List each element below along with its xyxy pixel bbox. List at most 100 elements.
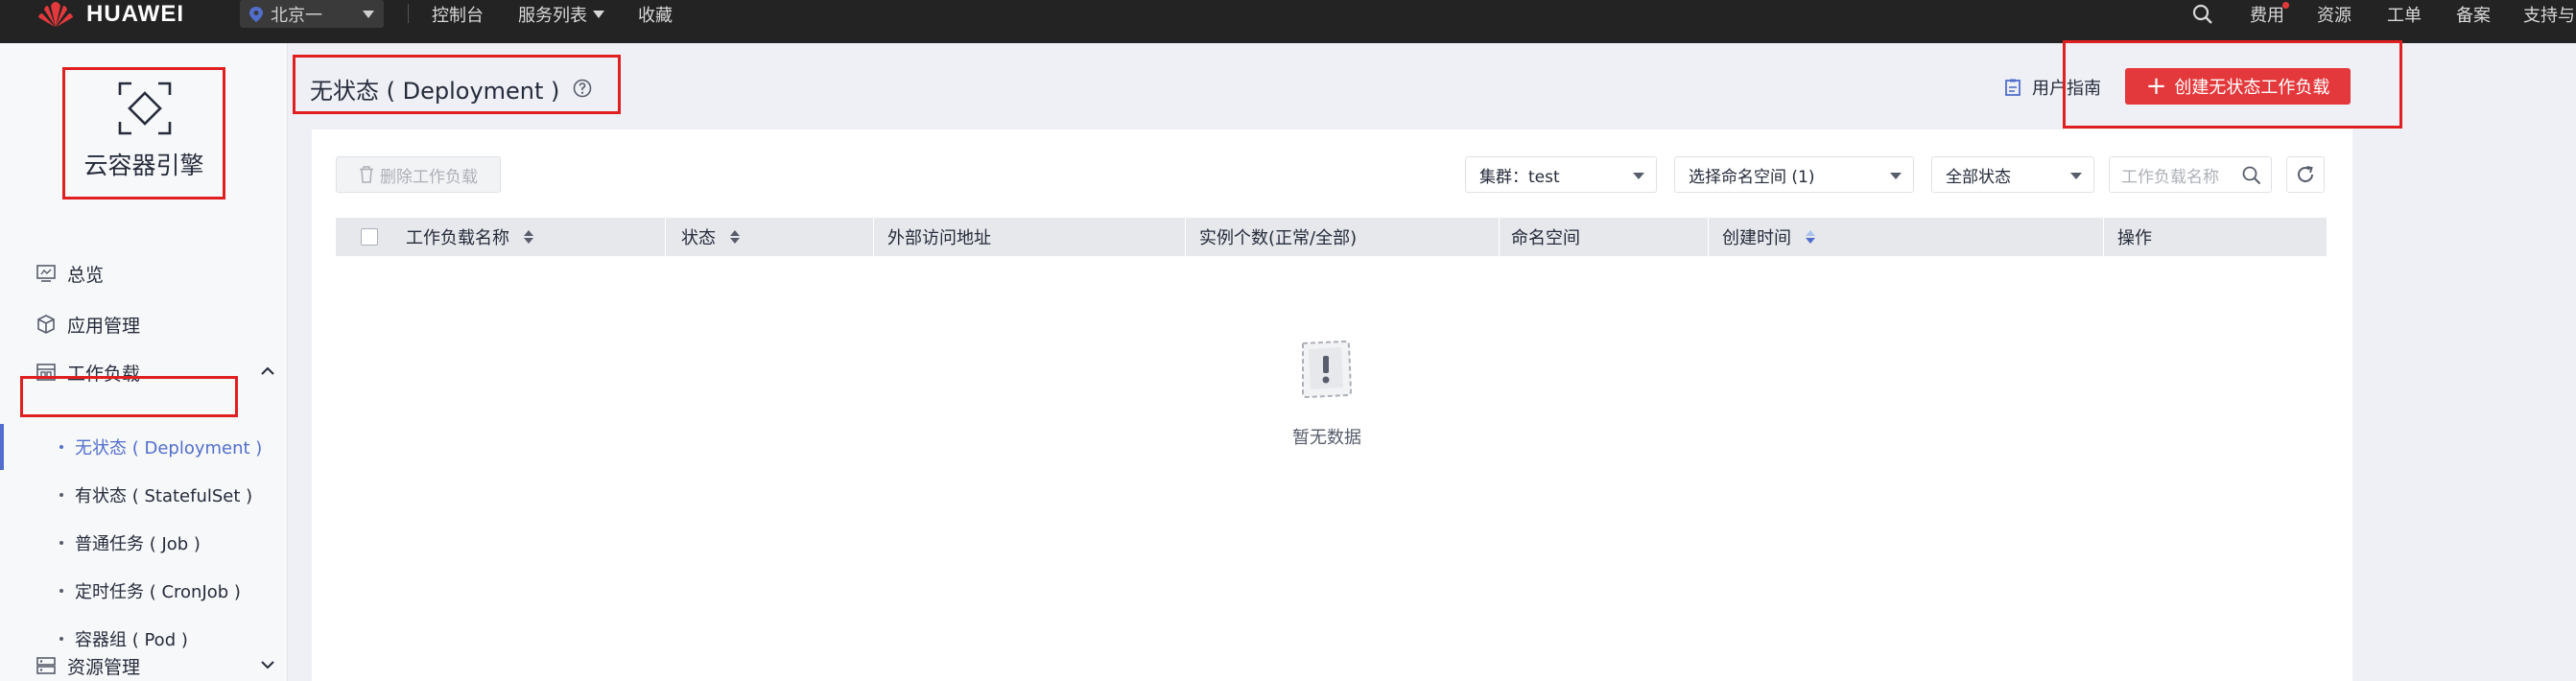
column-label: 实例个数(正常/全部) — [1199, 228, 1358, 248]
nav-resources-label: 资源 — [2317, 5, 2351, 26]
column-header-status[interactable]: 状态 — [681, 218, 741, 256]
bullet — [59, 541, 63, 545]
sidebar-item-workloads[interactable]: 工作负载 — [0, 353, 288, 391]
chevron-down-icon — [363, 10, 374, 18]
nav-support[interactable]: 支持与 — [2523, 0, 2575, 28]
global-search-button[interactable] — [2192, 0, 2213, 28]
column-divider — [1185, 218, 1186, 256]
sidebar-item-resource-management[interactable]: 资源管理 — [0, 646, 288, 681]
caret-down-icon — [593, 10, 604, 18]
cluster-select-value: 集群：test — [1479, 167, 1560, 187]
column-label: 操作 — [2117, 228, 2152, 248]
bullet — [59, 637, 63, 641]
status-select[interactable]: 全部状态 — [1931, 156, 2094, 193]
refresh-button[interactable] — [2286, 156, 2325, 193]
caret-down-icon — [1633, 173, 1644, 179]
nav-resources[interactable]: 资源 — [2317, 0, 2351, 28]
nav-support-label: 支持与 — [2523, 5, 2575, 26]
create-deployment-button[interactable]: + 创建无状态工作负载 — [2125, 68, 2351, 105]
sidebar-item-label: 定时任务 ( CronJob ) — [75, 582, 241, 602]
create-deployment-label: 创建无状态工作负载 — [2174, 78, 2330, 98]
nav-service-list[interactable]: 服务列表 — [518, 0, 604, 28]
page-title: 无状态 ( Deployment ) — [310, 75, 592, 105]
sidebar-item-app-management[interactable]: 应用管理 — [0, 305, 288, 343]
workload-list-card: 删除工作负载 集群：test 选择命名空间 (1) 全部状态 工作负载名称 工作… — [312, 129, 2352, 681]
trash-icon — [360, 166, 373, 183]
sidebar-item-label: 总览 — [67, 264, 105, 286]
bullet — [59, 445, 63, 449]
refresh-icon — [2298, 166, 2313, 182]
location-pin-icon — [249, 6, 263, 22]
cluster-select[interactable]: 集群：test — [1465, 156, 1657, 193]
nav-console-label: 控制台 — [432, 5, 484, 26]
sort-icon[interactable] — [523, 228, 534, 246]
nav-icp-label: 备案 — [2456, 5, 2491, 26]
column-header-created-time[interactable]: 创建时间 — [1722, 218, 1816, 256]
sidebar-item-statefulset[interactable]: 有状态 ( StatefulSet ) — [0, 476, 288, 514]
sidebar-item-deployment[interactable]: 无状态 ( Deployment ) — [0, 428, 288, 466]
nav-favorites-label: 收藏 — [638, 5, 673, 26]
search-icon[interactable] — [2242, 166, 2261, 185]
huawei-logo[interactable]: HUAWEI — [35, 0, 184, 29]
workload-search-input[interactable]: 工作负载名称 — [2109, 156, 2272, 193]
nav-icp[interactable]: 备案 — [2456, 0, 2491, 28]
column-label: 创建时间 — [1722, 228, 1791, 248]
cube-icon — [37, 315, 55, 334]
caret-down-icon — [1890, 173, 1902, 179]
help-icon[interactable] — [573, 79, 592, 98]
empty-state-text: 暂无数据 — [1292, 428, 1361, 448]
column-divider — [665, 218, 666, 256]
column-divider — [2103, 218, 2104, 256]
column-divider — [1708, 218, 1709, 256]
bullet — [59, 493, 63, 497]
nav-tickets[interactable]: 工单 — [2387, 0, 2422, 28]
sort-icon[interactable] — [729, 228, 741, 246]
namespace-select[interactable]: 选择命名空间 (1) — [1674, 156, 1914, 193]
page-title-text: 无状态 ( Deployment ) — [310, 77, 560, 105]
column-label: 外部访问地址 — [887, 228, 991, 248]
select-all-checkbox[interactable] — [361, 228, 378, 246]
caret-down-icon — [2070, 173, 2082, 179]
column-header-external-address: 外部访问地址 — [887, 218, 991, 256]
plus-icon: + — [2145, 72, 2167, 101]
divider — [408, 4, 409, 23]
nav-favorites[interactable]: 收藏 — [638, 0, 673, 28]
sidebar-item-label: 有状态 ( StatefulSet ) — [75, 486, 253, 506]
sidebar-item-overview[interactable]: 总览 — [0, 254, 288, 293]
chevron-down-icon[interactable] — [259, 656, 276, 673]
table-header: 工作负载名称 状态 外部访问地址 实例个数(正常/全部) 命名空间 创建时间 操… — [336, 218, 2327, 256]
sidebar-item-cronjob[interactable]: 定时任务 ( CronJob ) — [0, 572, 288, 610]
nav-console[interactable]: 控制台 — [432, 0, 484, 28]
service-brand[interactable]: 云容器引擎 — [62, 67, 225, 200]
column-divider — [1499, 218, 1500, 256]
column-divider — [873, 218, 874, 256]
column-label: 状态 — [681, 228, 716, 248]
user-guide-link[interactable]: 用户指南 — [2005, 75, 2101, 100]
delete-workload-button[interactable]: 删除工作负载 — [336, 156, 501, 193]
column-header-instances: 实例个数(正常/全部) — [1199, 218, 1357, 256]
huawei-logo-icon — [38, 2, 73, 27]
logo-text: HUAWEI — [86, 1, 184, 27]
nav-tickets-label: 工单 — [2387, 5, 2422, 26]
user-guide-label: 用户指南 — [2032, 79, 2101, 99]
chevron-up-icon[interactable] — [259, 363, 276, 380]
workload-icon — [36, 364, 56, 381]
top-bar: HUAWEI 北京一 控制台 服务列表 收藏 费用 资源 工单 备案 支持与 — [0, 0, 2576, 43]
region-selector[interactable]: 北京一 — [240, 0, 384, 28]
sidebar-item-label: 应用管理 — [67, 315, 141, 337]
sort-icon[interactable] — [1805, 228, 1816, 246]
sidebar-item-label: 普通任务 ( Job ) — [75, 534, 201, 554]
dashboard-icon — [36, 265, 56, 282]
namespace-select-value: 选择命名空间 (1) — [1689, 167, 1815, 187]
column-header-namespace: 命名空间 — [1511, 218, 1580, 256]
sidebar-item-job[interactable]: 普通任务 ( Job ) — [0, 524, 288, 562]
nav-billing[interactable]: 费用 — [2250, 0, 2284, 28]
nav-service-list-label: 服务列表 — [518, 5, 587, 26]
service-title: 云容器引擎 — [83, 152, 204, 179]
bullet — [59, 589, 63, 593]
notification-dot — [2282, 2, 2289, 9]
column-header-name[interactable]: 工作负载名称 — [406, 218, 534, 256]
document-icon — [2005, 79, 2021, 96]
column-label: 工作负载名称 — [406, 228, 509, 248]
sidebar: 云容器引擎 总览 应用管理 工作负载 无状态 ( Deployment) 有状… — [0, 43, 288, 681]
